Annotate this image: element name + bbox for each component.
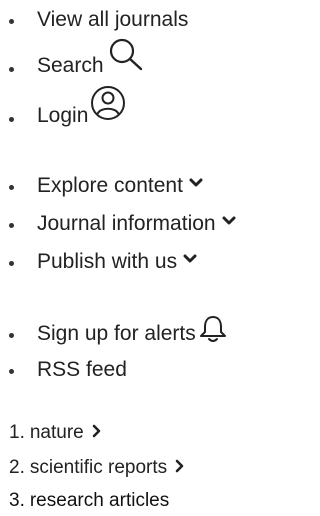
- breadcrumb-label[interactable]: nature: [30, 422, 84, 444]
- list-bullet: [9, 185, 14, 190]
- list-bullet: [9, 67, 14, 72]
- nav-label[interactable]: View all journals: [37, 8, 188, 32]
- nav-label[interactable]: Sign up for alerts: [37, 322, 196, 346]
- nav-item-sign-up-for-alerts[interactable]: Sign up for alerts: [0, 314, 275, 348]
- nav-item-view-all-journals[interactable]: View all journals: [0, 6, 275, 34]
- list-bullet: [9, 19, 14, 24]
- nav-item-publish-with-us[interactable]: Publish with us: [0, 248, 275, 276]
- breadcrumb-label: research articles: [29, 490, 170, 511]
- search-icon[interactable]: [105, 35, 147, 75]
- list-bullet: [9, 369, 14, 374]
- bell-icon[interactable]: [197, 314, 229, 344]
- breadcrumb-number: 1.: [9, 422, 25, 443]
- chevron-down-icon[interactable]: [183, 246, 197, 270]
- nav-label[interactable]: Journal information: [37, 212, 216, 236]
- list-bullet: [9, 117, 14, 122]
- nav-item-journal-information[interactable]: Journal information: [0, 210, 275, 238]
- nav-label[interactable]: RSS feed: [37, 358, 127, 382]
- nav-item-rss-feed[interactable]: RSS feed: [0, 356, 275, 384]
- nav-item-login[interactable]: Login: [0, 86, 275, 132]
- nav-label[interactable]: Login: [37, 104, 88, 128]
- chevron-down-icon[interactable]: [189, 170, 203, 194]
- nav-label[interactable]: Search: [37, 54, 104, 78]
- nav-item-search[interactable]: Search: [0, 38, 275, 82]
- user-icon[interactable]: [88, 83, 130, 125]
- breadcrumb-number: 2.: [9, 457, 25, 478]
- chevron-right-icon: [175, 457, 185, 479]
- chevron-down-icon[interactable]: [222, 208, 236, 232]
- list-bullet: [9, 223, 14, 228]
- nav-label[interactable]: Explore content: [37, 174, 183, 198]
- nav-label[interactable]: Publish with us: [37, 250, 177, 274]
- chevron-right-icon: [92, 422, 102, 444]
- breadcrumb-item-research-articles: 3. research articles: [9, 490, 169, 512]
- breadcrumb-item-scientific-reports[interactable]: 2. scientific reports: [9, 457, 185, 479]
- breadcrumb-label[interactable]: scientific reports: [30, 457, 167, 479]
- breadcrumb-item-nature[interactable]: 1. nature: [9, 422, 102, 444]
- nav-item-explore-content[interactable]: Explore content: [0, 172, 275, 200]
- list-bullet: [9, 333, 14, 338]
- breadcrumb-number: 3.: [9, 490, 25, 511]
- list-bullet: [9, 261, 14, 266]
